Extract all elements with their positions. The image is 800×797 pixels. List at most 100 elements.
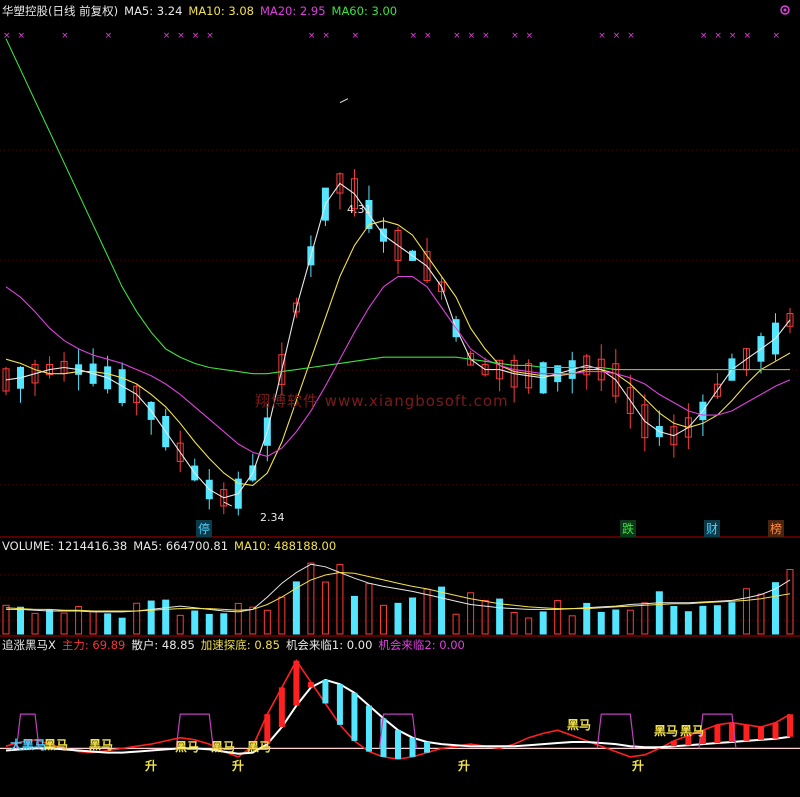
volume-bar [510, 611, 518, 635]
ma-line-ma20 [5, 275, 791, 457]
indicator-block [365, 705, 372, 752]
volume-bar [554, 600, 562, 635]
top-x-marker: × [3, 31, 11, 41]
top-x-marker: × [613, 31, 621, 41]
price-header: 华塑控股(日线 前复权) MA5: 3.24 MA10: 3.08 MA20: 2.9… [2, 3, 403, 19]
top-x-marker: × [526, 31, 534, 41]
volume-bar [17, 606, 25, 635]
volume-bar [394, 602, 402, 635]
indicator-block [336, 684, 343, 725]
volume-bar [452, 613, 460, 635]
top-x-marker: × [424, 31, 432, 41]
volume-bar [670, 606, 678, 635]
chance1-readout: 机会来临1: 0.00 [285, 638, 373, 652]
indicator-block [395, 730, 401, 760]
indicator-header: 追涨黑马X 主力: 69.89 散户: 48.85 加速探底: 0.85 机会来临1: … [2, 637, 471, 653]
top-x-marker: × [772, 31, 780, 41]
signal-rise: 升 [232, 759, 245, 773]
volume-bar [278, 596, 286, 635]
volume-bar [568, 615, 576, 635]
volume-bar [220, 613, 228, 635]
volume-bar [742, 588, 750, 635]
volume-bar [626, 609, 634, 635]
watermark: 翔博软件 www.xiangbosoft.com [255, 392, 509, 410]
volume-bar [771, 582, 779, 635]
volume-bar [365, 583, 373, 635]
signal-horse: 黑马 [654, 724, 679, 738]
volume-bar [684, 611, 692, 635]
volume-bar [409, 597, 417, 635]
signal-horse: 黑马 [680, 724, 705, 738]
indicator-block [787, 714, 793, 737]
signal-rise: 升 [145, 759, 158, 773]
top-x-marker: × [453, 31, 461, 41]
signal-horse: 黑马 [211, 740, 236, 754]
main-force-readout: 主力: 69.89 [61, 638, 126, 652]
volume-bar [525, 617, 533, 635]
volume-bar [118, 617, 126, 635]
low-annotation: 2.34 [260, 511, 285, 524]
volume-bar [60, 612, 68, 635]
volume-bar [757, 593, 765, 635]
top-x-marker: × [206, 31, 214, 41]
volume-bar [263, 609, 271, 635]
ma20-readout: MA20: 2.95 [259, 4, 326, 18]
volume-bar [597, 611, 605, 635]
signal-horse: 黑马 [247, 740, 272, 754]
signal-rise: 升 [458, 759, 471, 773]
indicator-block [293, 660, 300, 706]
ma60-readout: MA60: 3.00 [331, 4, 398, 18]
top-x-marker: × [714, 31, 722, 41]
indicator-block [351, 692, 358, 741]
top-x-marker: × [700, 31, 708, 41]
volume-bar [379, 604, 387, 635]
volume-bar [176, 614, 184, 635]
indicator-block [424, 741, 431, 753]
volume-bar [133, 602, 141, 635]
volume-bar [321, 581, 329, 635]
volume-bar [147, 600, 155, 635]
indicator-block [278, 687, 285, 727]
volume-readout: VOLUME: 1214416.38 [2, 539, 128, 553]
top-x-marker: × [308, 31, 316, 41]
indicator-block [307, 682, 314, 688]
signal-horse: 黑马 [44, 738, 69, 752]
volume-bar [438, 586, 446, 635]
event-tag-drop[interactable]: 跌 [620, 520, 637, 537]
event-tag-list[interactable]: 榜 [768, 520, 785, 537]
volume-bar [713, 605, 721, 635]
volume-bar [612, 609, 620, 635]
indicator-block [757, 726, 764, 740]
event-tag-halt[interactable]: 停 [196, 520, 213, 537]
indicator-block [322, 679, 329, 704]
accel-readout: 加速探底: 0.85 [200, 638, 280, 652]
indicator-block [670, 740, 677, 747]
volume-ma10-readout: MA10: 488188.00 [234, 539, 337, 553]
volume-bar [89, 610, 97, 635]
chance2-readout: 机会来临2: 0.00 [378, 638, 465, 652]
volume-bar [205, 613, 213, 635]
top-x-marker: × [511, 31, 519, 41]
top-x-marker: × [192, 31, 200, 41]
top-x-marker: × [729, 31, 737, 41]
top-x-marker: × [351, 31, 359, 41]
signal-rise: 升 [632, 759, 645, 773]
signal-horse: 黑马 [175, 740, 200, 754]
volume-bar [786, 568, 794, 635]
top-x-marker: × [627, 31, 635, 41]
top-x-marker: × [177, 31, 185, 41]
volume-ma5-readout: MA5: 664700.81 [133, 539, 229, 553]
event-tag-finance[interactable]: 财 [704, 520, 721, 537]
top-x-marker: × [105, 31, 113, 41]
indicator-block [772, 722, 779, 739]
volume-bar [728, 602, 736, 635]
chart-stage: × × × × × × × × × × × × × × × × × × × × × × × × × × 华塑控股(日线 前复权) M… [0, 0, 800, 797]
volume-bar [350, 595, 358, 635]
volume-bar [249, 606, 257, 635]
indicator-block [714, 724, 721, 744]
settings-gear-icon[interactable] [778, 3, 792, 17]
volume-bar [655, 591, 663, 635]
indicator-name: 追涨黑马X [2, 638, 56, 652]
indicator-block [743, 724, 750, 741]
volume-bar [699, 605, 707, 635]
